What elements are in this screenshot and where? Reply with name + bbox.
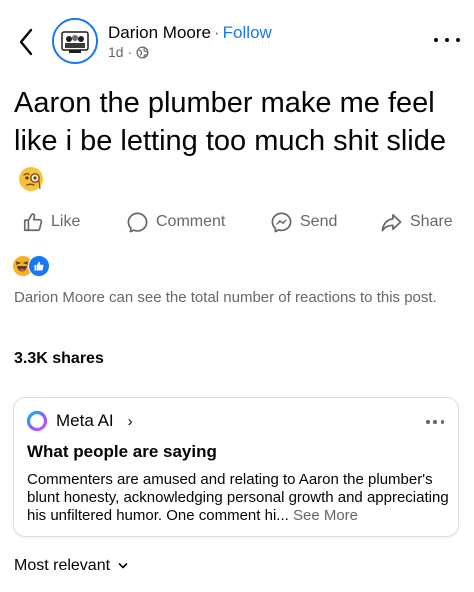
send-button[interactable]: Send (270, 205, 337, 239)
chevron-right-icon: › (127, 412, 133, 430)
avatar[interactable] (52, 18, 98, 64)
reaction-icons[interactable] (12, 254, 52, 277)
post-page: Darion Moore · Follow 1d · Aaron the plumb… (0, 0, 474, 592)
action-bar: Like Comment Send Share (0, 205, 474, 239)
dot-icon (426, 420, 430, 424)
meta-ai-heading: What people are saying (27, 442, 217, 461)
dot-icon (434, 38, 438, 42)
chevron-down-icon (118, 563, 128, 569)
send-label: Send (300, 213, 338, 230)
comment-bubble-icon (127, 212, 148, 232)
share-label: Share (410, 213, 453, 230)
follow-button[interactable]: Follow (223, 23, 272, 42)
like-button[interactable]: Like (22, 205, 80, 239)
post-text: Aaron the plumber make me feel like i be… (14, 84, 464, 198)
messenger-icon (271, 212, 292, 232)
avatar-image-icon (54, 20, 96, 62)
meta-ai-title: Meta AI (56, 411, 114, 430)
meta-ai-card[interactable]: Meta AI › What people are saying Comment… (13, 397, 459, 537)
comment-sort-dropdown[interactable]: Most relevant (14, 557, 128, 575)
post-header: Darion Moore · Follow 1d · (0, 0, 474, 80)
comment-button[interactable]: Comment (126, 205, 225, 239)
back-button[interactable] (12, 25, 40, 59)
globe-icon (136, 45, 149, 59)
dot-icon (433, 420, 437, 424)
more-options-button[interactable] (434, 33, 460, 47)
dot-icon (440, 420, 444, 424)
sort-label: Most relevant (14, 557, 111, 574)
post-body: Aaron the plumber make me feel like i be… (14, 87, 446, 157)
shares-count[interactable]: 3.3K shares (14, 350, 104, 368)
time-separator: · (127, 44, 133, 60)
author-name[interactable]: Darion Moore (108, 23, 211, 42)
like-reaction-icon (28, 255, 50, 277)
meta-ai-more-button[interactable] (426, 420, 444, 424)
share-arrow-icon (381, 213, 402, 232)
face-with-monocle-emoji-icon (19, 167, 43, 191)
reactions-visibility-note: Darion Moore can see the total number of… (14, 289, 437, 306)
post-time[interactable]: 1d (108, 44, 124, 60)
comment-label: Comment (156, 213, 226, 230)
author-line: Darion Moore · Follow (108, 23, 272, 43)
meta-ai-logo-icon (26, 410, 48, 432)
see-more-link[interactable]: See More (293, 507, 358, 524)
separator-dot: · (214, 23, 220, 42)
like-label: Like (51, 213, 81, 230)
dot-icon (445, 38, 449, 42)
dot-icon (456, 38, 460, 42)
chevron-left-icon (19, 28, 33, 56)
meta-ai-header[interactable]: Meta AI › (26, 410, 133, 432)
meta-ai-summary-text: Commenters are amused and relating to Aa… (27, 471, 449, 524)
post-meta: 1d · (108, 44, 149, 60)
thumbs-up-icon (23, 213, 43, 232)
meta-ai-summary: Commenters are amused and relating to Aa… (27, 471, 451, 525)
share-button[interactable]: Share (380, 205, 453, 239)
